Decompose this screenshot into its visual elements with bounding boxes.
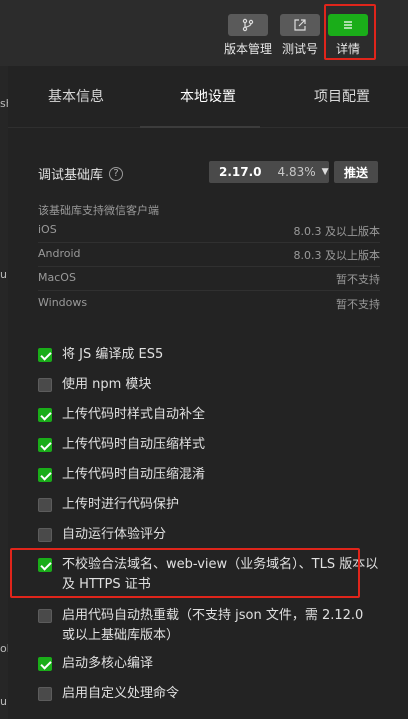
- test-account-label: 测试号: [281, 42, 319, 56]
- divider: [38, 266, 380, 267]
- option-label: 启用代码自动热重载（不支持 json 文件，需 2.12.0 或以上基础库版本）: [62, 608, 364, 643]
- option-label: 启动多核心编译: [62, 656, 154, 671]
- tab-local-settings[interactable]: 本地设置: [180, 86, 236, 106]
- option-hot-reload[interactable]: 启用代码自动热重载（不支持 json 文件，需 2.12.0 或以上基础库版本）: [38, 606, 380, 646]
- option-checkbox[interactable]: [38, 438, 52, 452]
- option-checkbox[interactable]: [38, 528, 52, 542]
- left-fragment: u: [0, 695, 7, 708]
- option-code-protect[interactable]: 上传时进行代码保护: [38, 495, 380, 515]
- divider: [38, 290, 380, 291]
- support-platform: Android: [38, 247, 81, 260]
- help-icon[interactable]: ?: [109, 166, 124, 181]
- support-row-ios: iOS 8.0.3 及以上版本: [38, 223, 380, 239]
- option-label: 上传代码时自动压缩混淆: [62, 467, 206, 482]
- support-platform: Windows: [38, 296, 88, 309]
- option-minify-style[interactable]: 上传代码时自动压缩样式: [38, 435, 380, 455]
- version-management-label: 版本管理: [223, 42, 273, 56]
- option-label: 上传代码时自动压缩样式: [62, 437, 206, 452]
- debug-library-label: 调试基础库: [38, 168, 104, 183]
- option-label: 将 JS 编译成 ES5: [62, 347, 164, 362]
- option-label: 上传时进行代码保护: [62, 497, 180, 512]
- support-status: 8.0.3 及以上版本: [293, 249, 381, 262]
- option-highlight-box: [10, 548, 360, 598]
- library-version-percent: 4.83%: [277, 165, 316, 179]
- support-platform: iOS: [38, 223, 57, 236]
- option-label: 使用 npm 模块: [62, 377, 152, 392]
- left-fragment: u: [0, 268, 7, 281]
- top-toolbar: 版本管理 测试号 详情: [0, 0, 408, 66]
- option-custom-command[interactable]: 启用自定义处理命令: [38, 684, 380, 704]
- option-checkbox[interactable]: [38, 408, 52, 422]
- support-row-macos: MacOS 暂不支持: [38, 271, 380, 287]
- support-status: 暂不支持: [336, 273, 380, 286]
- option-checkbox[interactable]: [38, 498, 52, 512]
- test-account-button[interactable]: 测试号: [280, 14, 320, 56]
- option-checkbox[interactable]: [38, 687, 52, 701]
- push-button[interactable]: 推送: [334, 161, 378, 183]
- share-external-icon: [280, 14, 320, 36]
- option-style-autocomplete[interactable]: 上传代码时样式自动补全: [38, 405, 380, 425]
- option-checkbox[interactable]: [38, 348, 52, 362]
- option-label: 自动运行体验评分: [62, 527, 167, 542]
- version-management-button[interactable]: 版本管理: [224, 14, 272, 56]
- library-version-value: 2.17.0: [219, 165, 262, 179]
- branch-icon: [228, 14, 268, 36]
- tab-bar: 基本信息 本地设置 项目配置: [8, 66, 408, 128]
- details-highlight-box: [324, 4, 376, 60]
- option-use-npm[interactable]: 使用 npm 模块: [38, 375, 380, 395]
- option-label: 上传代码时样式自动补全: [62, 407, 206, 422]
- tab-basic-info[interactable]: 基本信息: [48, 86, 104, 106]
- support-row-windows: Windows 暂不支持: [38, 296, 380, 312]
- option-checkbox[interactable]: [38, 609, 52, 623]
- option-multicore-compile[interactable]: 启动多核心编译: [38, 654, 380, 674]
- option-label: 启用自定义处理命令: [62, 686, 180, 701]
- support-note: 该基础库支持微信客户端: [38, 204, 159, 217]
- support-row-android: Android 8.0.3 及以上版本: [38, 247, 380, 263]
- details-panel: 基本信息 本地设置 项目配置 调试基础库 ? 2.17.0 4.83% ▼ 推送…: [8, 66, 408, 719]
- option-checkbox[interactable]: [38, 468, 52, 482]
- caret-down-icon: ▼: [321, 167, 329, 177]
- option-auto-score[interactable]: 自动运行体验评分: [38, 525, 380, 545]
- library-version-select[interactable]: 2.17.0 4.83% ▼: [209, 161, 329, 183]
- active-tab-indicator: [140, 126, 260, 128]
- option-compile-es5[interactable]: 将 JS 编译成 ES5: [38, 345, 380, 365]
- support-status: 8.0.3 及以上版本: [293, 225, 381, 238]
- divider: [38, 242, 380, 243]
- support-status: 暂不支持: [336, 298, 380, 311]
- left-editor-strip: [0, 66, 8, 719]
- option-checkbox[interactable]: [38, 657, 52, 671]
- support-platform: MacOS: [38, 271, 76, 284]
- tab-project-config[interactable]: 项目配置: [314, 86, 370, 106]
- option-minify-obfuscate[interactable]: 上传代码时自动压缩混淆: [38, 465, 380, 485]
- option-checkbox[interactable]: [38, 378, 52, 392]
